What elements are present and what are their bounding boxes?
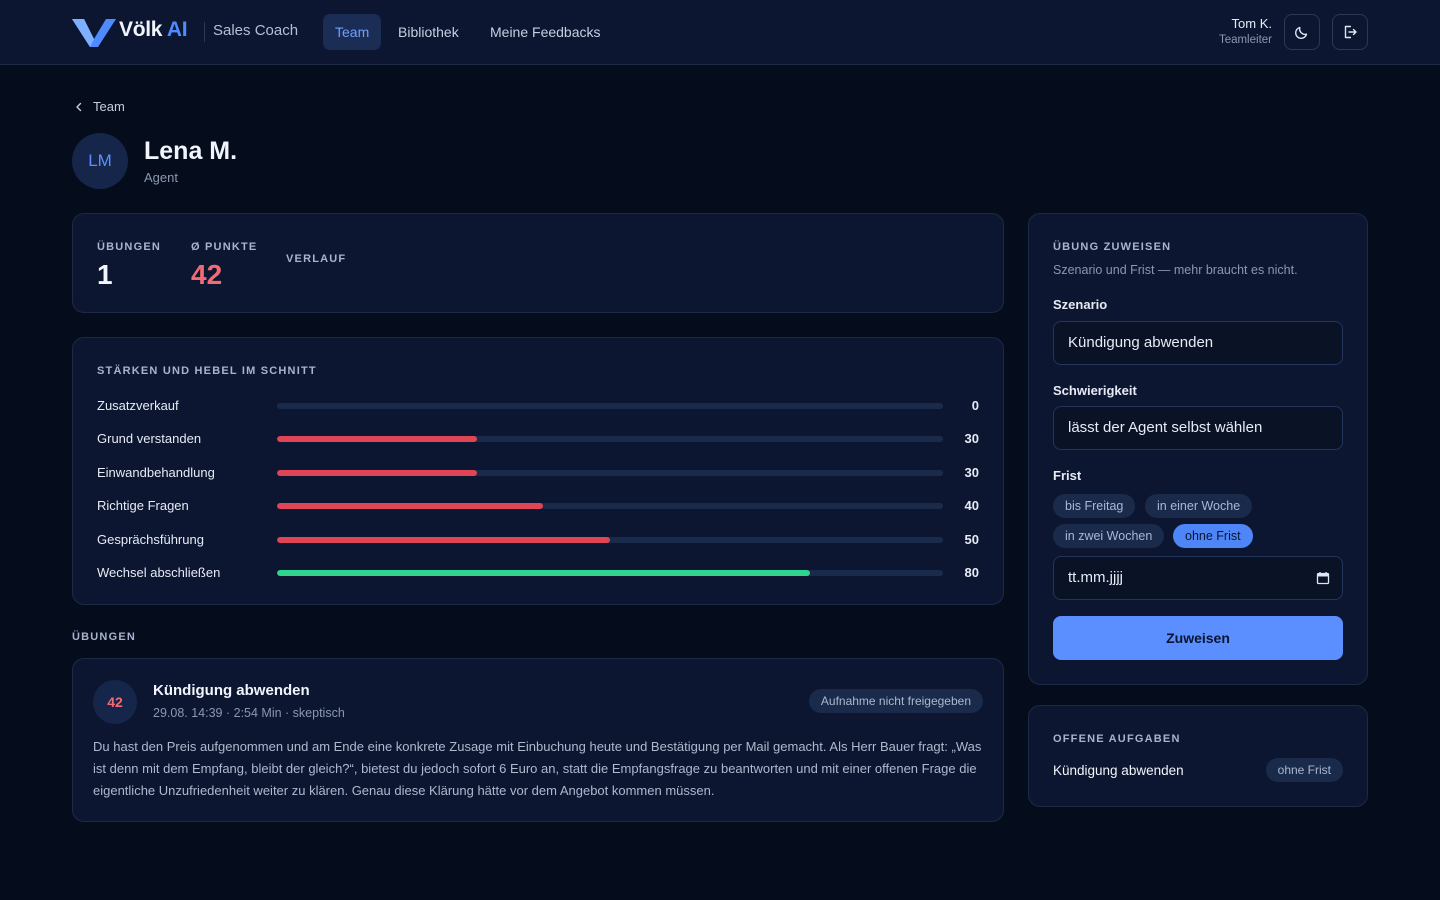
- strength-label: Richtige Fragen: [97, 498, 189, 513]
- stat-ubungen-label: Übungen: [97, 241, 162, 253]
- moon-icon: [1294, 26, 1308, 40]
- deadline-label: Frist: [1053, 468, 1082, 483]
- strength-label: Einwandbehandlung: [97, 465, 215, 480]
- strength-bar-track: [277, 537, 943, 543]
- exercise-feedback-text: Du hast den Preis aufgenommen und am End…: [93, 739, 982, 798]
- assign-title: Übung zuweisen: [1053, 241, 1172, 253]
- stat-verlauf: Verlauf: [286, 253, 346, 265]
- open-task-label[interactable]: Kündigung abwenden: [1053, 763, 1184, 778]
- logout-icon: [1344, 25, 1357, 39]
- app-name: Sales Coach: [213, 22, 299, 39]
- user-role: Teamleiter: [1218, 34, 1272, 46]
- user-info: Tom K. Teamleiter: [1219, 16, 1272, 46]
- assign-button[interactable]: Zuweisen: [1053, 616, 1343, 660]
- open-task-deadline-badge: ohne Frist: [1265, 758, 1343, 782]
- user-name: Tom K.: [1231, 16, 1272, 31]
- nav-tab-bibliothek[interactable]: Bibliothek: [386, 14, 471, 50]
- strength-label: Grund verstanden: [97, 431, 202, 446]
- page-title: Lena M.: [144, 137, 238, 165]
- deadline-chip-in-einer-woche[interactable]: in einer Woche: [1145, 494, 1253, 518]
- strength-bar-track: [277, 570, 943, 576]
- strength-value: 0: [971, 398, 979, 413]
- strengths-title: Stärken und Hebel im Schnitt: [97, 365, 317, 377]
- recording-status-badge: Aufnahme nicht freigegeben: [808, 689, 983, 713]
- strength-row: Gesprächsführung 50: [97, 530, 979, 550]
- volk-logo-icon: [72, 19, 116, 47]
- brand-name[interactable]: Völk AI: [119, 18, 188, 42]
- strength-bar-track: [277, 403, 943, 409]
- avatar: LM: [72, 133, 128, 189]
- deadline-chip-ohne-frist[interactable]: ohne Frist: [1173, 524, 1253, 548]
- strength-bar-track: [277, 503, 943, 509]
- difficulty-select[interactable]: lässt der Agent selbst wählen: [1053, 406, 1343, 450]
- strength-label: Wechsel abschließen: [97, 565, 221, 580]
- open-tasks-card: Offene Aufgaben Kündigung abwenden ohne …: [1028, 705, 1368, 807]
- strength-bar-fill: [277, 537, 610, 543]
- strength-row: Richtige Fragen 40: [97, 496, 979, 516]
- back-link-label: Team: [93, 99, 125, 114]
- chevron-left-icon: [76, 102, 82, 111]
- strength-row: Zusatzverkauf 0: [97, 396, 979, 416]
- scenario-label: Szenario: [1053, 297, 1108, 312]
- stat-punkte-value: 42: [191, 259, 223, 290]
- strength-value: 80: [964, 565, 979, 580]
- deadline-chip-bis-freitag[interactable]: bis Freitag: [1053, 494, 1136, 518]
- strength-value: 40: [964, 498, 979, 513]
- strength-bar-fill: [277, 570, 810, 576]
- strengths-card: Stärken und Hebel im Schnitt Zusatzverka…: [72, 337, 1004, 605]
- person-role: Agent: [144, 170, 178, 185]
- stat-punkte-label: Ø Punkte: [191, 241, 258, 253]
- strength-row: Wechsel abschließen 80: [97, 563, 979, 583]
- difficulty-label: Schwierigkeit: [1053, 383, 1137, 398]
- strength-bar-fill: [277, 436, 477, 442]
- strength-row: Einwandbehandlung 30: [97, 463, 979, 483]
- strength-label: Zusatzverkauf: [97, 398, 179, 413]
- strength-bar-track: [277, 436, 943, 442]
- stat-ubungen: Übungen 1: [97, 241, 161, 291]
- exercise-card[interactable]: 42 Kündigung abwenden 29.08. 14:39 · 2:5…: [72, 658, 1004, 822]
- deadline-chip-in-zwei-wochen[interactable]: in zwei Wochen: [1053, 524, 1165, 548]
- exercise-title: Kündigung abwenden: [153, 682, 310, 699]
- stat-punkte: Ø Punkte 42: [191, 241, 257, 291]
- stat-ubungen-value: 1: [97, 259, 113, 290]
- strength-bar-fill: [277, 470, 477, 476]
- nav-tab-meine-feedbacks[interactable]: Meine Feedbacks: [478, 14, 613, 50]
- back-link[interactable]: Team: [74, 99, 125, 114]
- assign-exercise-card: Übung zuweisen Szenario und Frist — mehr…: [1028, 213, 1368, 685]
- stat-verlauf-label: Verlauf: [286, 253, 347, 265]
- exercises-section-title: Übungen: [72, 631, 137, 643]
- strength-row: Grund verstanden 30: [97, 429, 979, 449]
- calendar-icon[interactable]: [1316, 571, 1330, 585]
- exercise-score: 42: [93, 680, 137, 724]
- assign-subtitle: Szenario und Frist — mehr braucht es nic…: [1053, 263, 1298, 277]
- nav-tab-team[interactable]: Team: [323, 14, 382, 50]
- stats-card: Übungen 1 Ø Punkte 42 Verlauf: [72, 213, 1004, 313]
- scenario-select[interactable]: Kündigung abwenden: [1053, 321, 1343, 365]
- top-navigation-bar: Völk AI Sales Coach Team Bibliothek Mein…: [0, 0, 1440, 65]
- strength-value: 30: [964, 465, 979, 480]
- strength-label: Gesprächsführung: [97, 532, 204, 547]
- open-tasks-title: Offene Aufgaben: [1053, 733, 1181, 745]
- theme-toggle-button[interactable]: [1284, 14, 1320, 50]
- strength-bar-track: [277, 470, 943, 476]
- exercise-meta: 29.08. 14:39 · 2:54 Min · skeptisch: [153, 706, 345, 720]
- strength-value: 30: [964, 431, 979, 446]
- deadline-date-input[interactable]: tt.mm.jjjj: [1053, 556, 1343, 600]
- date-placeholder: tt.mm.jjjj: [1068, 569, 1123, 586]
- strength-value: 50: [964, 532, 979, 547]
- logout-button[interactable]: [1332, 14, 1368, 50]
- strength-bar-fill: [277, 503, 544, 509]
- brand-divider: [204, 22, 205, 42]
